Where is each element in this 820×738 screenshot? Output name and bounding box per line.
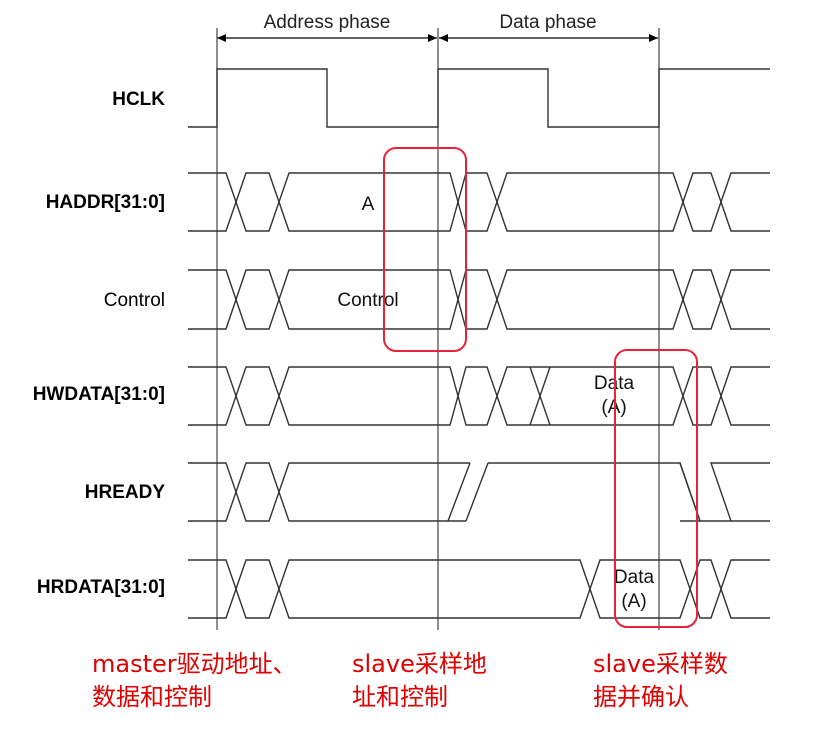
signal-label-hclk: HCLK bbox=[112, 89, 165, 110]
annotations: master驱动地址、 数据和控制 slave采样地 址和控制 slave采样数… bbox=[92, 650, 728, 711]
address-phase-label: Address phase bbox=[264, 12, 391, 33]
hwdata-waveform bbox=[188, 366, 770, 426]
control-value: Control bbox=[337, 290, 398, 311]
timing-diagram: Address phase Data phase HCLK HADDR[31:0… bbox=[33, 12, 770, 711]
annotation-master-line2: 数据和控制 bbox=[92, 683, 212, 711]
haddr-value: A bbox=[362, 194, 375, 215]
signal-label-hready: HREADY bbox=[85, 482, 166, 503]
hrdata-waveform bbox=[188, 559, 770, 619]
annotation-slave-data-line1: slave采样数 bbox=[593, 650, 728, 678]
annotation-slave-address-line2: 址和控制 bbox=[352, 683, 448, 711]
signal-label-control: Control bbox=[104, 290, 165, 311]
data-phase-label: Data phase bbox=[499, 12, 596, 33]
signal-label-hrdata: HRDATA[31:0] bbox=[37, 577, 165, 598]
hready-waveform bbox=[188, 462, 770, 522]
slave-address-sample-highlight bbox=[383, 147, 467, 352]
control-waveform bbox=[188, 269, 770, 330]
signal-label-haddr: HADDR[31:0] bbox=[46, 192, 165, 213]
signal-label-hwdata: HWDATA[31:0] bbox=[33, 384, 165, 405]
hclk-waveform bbox=[188, 68, 770, 128]
annotation-slave-address-line1: slave采样地 bbox=[352, 650, 487, 678]
annotation-master-line1: master驱动地址、 bbox=[92, 650, 297, 678]
annotation-slave-data-line2: 据并确认 bbox=[593, 683, 689, 711]
hrdata-value-line1: Data bbox=[614, 567, 655, 588]
haddr-waveform bbox=[188, 172, 770, 232]
signal-labels: HCLK HADDR[31:0] Control HWDATA[31:0] HR… bbox=[33, 89, 166, 598]
hrdata-value-line2: (A) bbox=[621, 591, 646, 612]
